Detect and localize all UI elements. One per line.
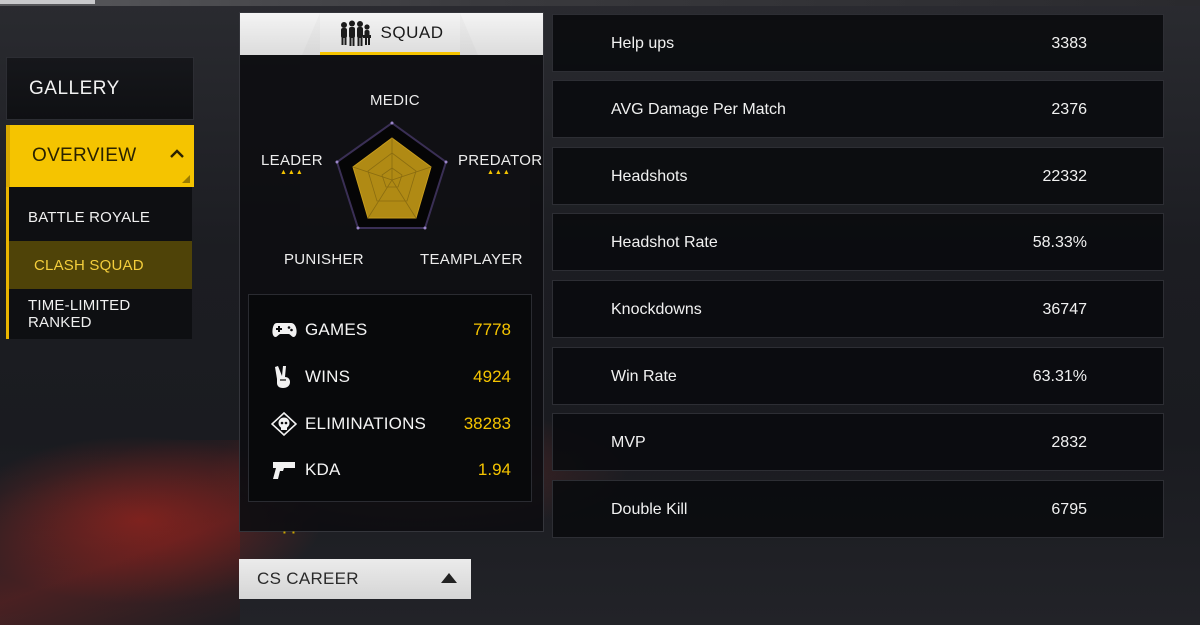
nav-overview-label: OVERVIEW xyxy=(32,145,137,166)
radar-label-predator: PREDATOR xyxy=(458,152,543,169)
detail-row-knockdowns: Knockdowns 36747 xyxy=(552,280,1164,338)
detail-row-headshot-rate: Headshot Rate 58.33% xyxy=(552,213,1164,271)
detail-headshot-rate-label: Headshot Rate xyxy=(611,234,718,251)
stat-row-eliminations: ELIMINATIONS 38283 xyxy=(271,412,511,436)
stat-kda-label: KDA xyxy=(305,460,341,479)
stat-row-kda: KDA 1.94 xyxy=(271,458,511,482)
tab-squad-label: SQUAD xyxy=(380,22,444,42)
squad-stats-box: GAMES 7778 WINS 4924 ELIMINATIONS 38283 … xyxy=(248,294,532,502)
detail-mvp-value: 2832 xyxy=(1051,434,1087,451)
detail-row-help-ups: Help ups 3383 xyxy=(552,14,1164,72)
detail-row-mvp: MVP 2832 xyxy=(552,413,1164,471)
overview-submenu: BATTLE ROYALE CLASH SQUAD TIME-LIMITED R… xyxy=(6,187,192,339)
cs-career-button[interactable]: CS CAREER xyxy=(239,559,471,599)
detail-row-headshots: Headshots 22332 xyxy=(552,147,1164,205)
submenu-clash-squad-label: CLASH SQUAD xyxy=(34,256,144,274)
detail-row-avg-damage: AVG Damage Per Match 2376 xyxy=(552,80,1164,138)
submenu-battle-royale[interactable]: BATTLE ROYALE xyxy=(9,193,192,241)
detail-row-win-rate: Win Rate 63.31% xyxy=(552,347,1164,405)
top-strip xyxy=(0,0,1200,6)
stat-eliminations-label: ELIMINATIONS xyxy=(305,414,427,433)
radar-label-punisher: PUNISHER xyxy=(284,251,364,268)
radar-label-teamplayer: TEAMPLAYER xyxy=(420,251,523,268)
top-strip-highlight xyxy=(0,0,95,4)
page-indicator-dots: ▪ ▪ xyxy=(283,528,297,537)
stat-games-label: GAMES xyxy=(305,320,368,339)
submenu-time-limited-ranked[interactable]: TIME-LIMITED RANKED xyxy=(9,290,192,338)
detail-win-rate-label: Win Rate xyxy=(611,368,677,385)
detail-headshots-label: Headshots xyxy=(611,168,688,185)
detail-avg-damage-value: 2376 xyxy=(1051,101,1087,118)
stat-row-wins: WINS 4924 xyxy=(271,365,511,389)
triangle-up-icon xyxy=(441,573,457,583)
stat-kda-value: 1.94 xyxy=(477,460,511,479)
victory-hand-icon xyxy=(271,366,297,388)
leader-rank-pips: ▲▲▲ xyxy=(280,169,304,176)
stat-row-games: GAMES 7778 xyxy=(271,318,511,342)
detail-avg-damage-label: AVG Damage Per Match xyxy=(611,101,786,118)
detail-knockdowns-value: 36747 xyxy=(1042,301,1088,318)
squad-header: SQUAD xyxy=(240,13,543,55)
detail-headshots-value: 22332 xyxy=(1042,168,1088,185)
bg-floor-glow xyxy=(0,440,240,625)
nav-gallery-label: GALLERY xyxy=(29,77,120,99)
skull-target-icon xyxy=(271,412,297,436)
detail-headshot-rate-value: 58.33% xyxy=(1032,234,1087,251)
detail-mvp-label: MVP xyxy=(611,434,646,451)
detail-knockdowns-label: Knockdowns xyxy=(611,301,702,318)
chevron-up-icon xyxy=(170,149,184,158)
gamepad-icon xyxy=(271,319,297,341)
squad-silhouette-icon xyxy=(340,20,371,46)
detail-double-kill-value: 6795 xyxy=(1051,501,1087,518)
detail-win-rate-value: 63.31% xyxy=(1032,368,1087,385)
detail-help-ups-label: Help ups xyxy=(611,35,675,52)
overview-corner-mark xyxy=(182,175,190,183)
stat-wins-value: 4924 xyxy=(473,367,511,386)
stat-games-value: 7778 xyxy=(473,320,511,339)
predator-rank-pips: ▲▲▲ xyxy=(487,169,511,176)
cs-career-label: CS CAREER xyxy=(257,569,359,588)
submenu-battle-royale-label: BATTLE ROYALE xyxy=(28,208,151,226)
submenu-clash-squad[interactable]: CLASH SQUAD xyxy=(9,241,192,289)
submenu-time-limited-ranked-label: TIME-LIMITED RANKED xyxy=(28,297,131,331)
nav-gallery[interactable]: GALLERY xyxy=(6,57,194,120)
radar-label-leader: LEADER xyxy=(261,152,323,169)
stat-eliminations-value: 38283 xyxy=(463,414,511,433)
detail-double-kill-label: Double Kill xyxy=(611,501,688,518)
role-radar-chart xyxy=(335,121,448,230)
tab-squad[interactable]: SQUAD xyxy=(320,13,460,55)
pistol-icon xyxy=(271,459,297,481)
detail-row-double-kill: Double Kill 6795 xyxy=(552,480,1164,538)
stat-wins-label: WINS xyxy=(305,367,351,386)
detail-help-ups-value: 3383 xyxy=(1051,35,1087,52)
radar-label-medic: MEDIC xyxy=(370,92,420,109)
nav-overview[interactable]: OVERVIEW xyxy=(6,125,194,187)
